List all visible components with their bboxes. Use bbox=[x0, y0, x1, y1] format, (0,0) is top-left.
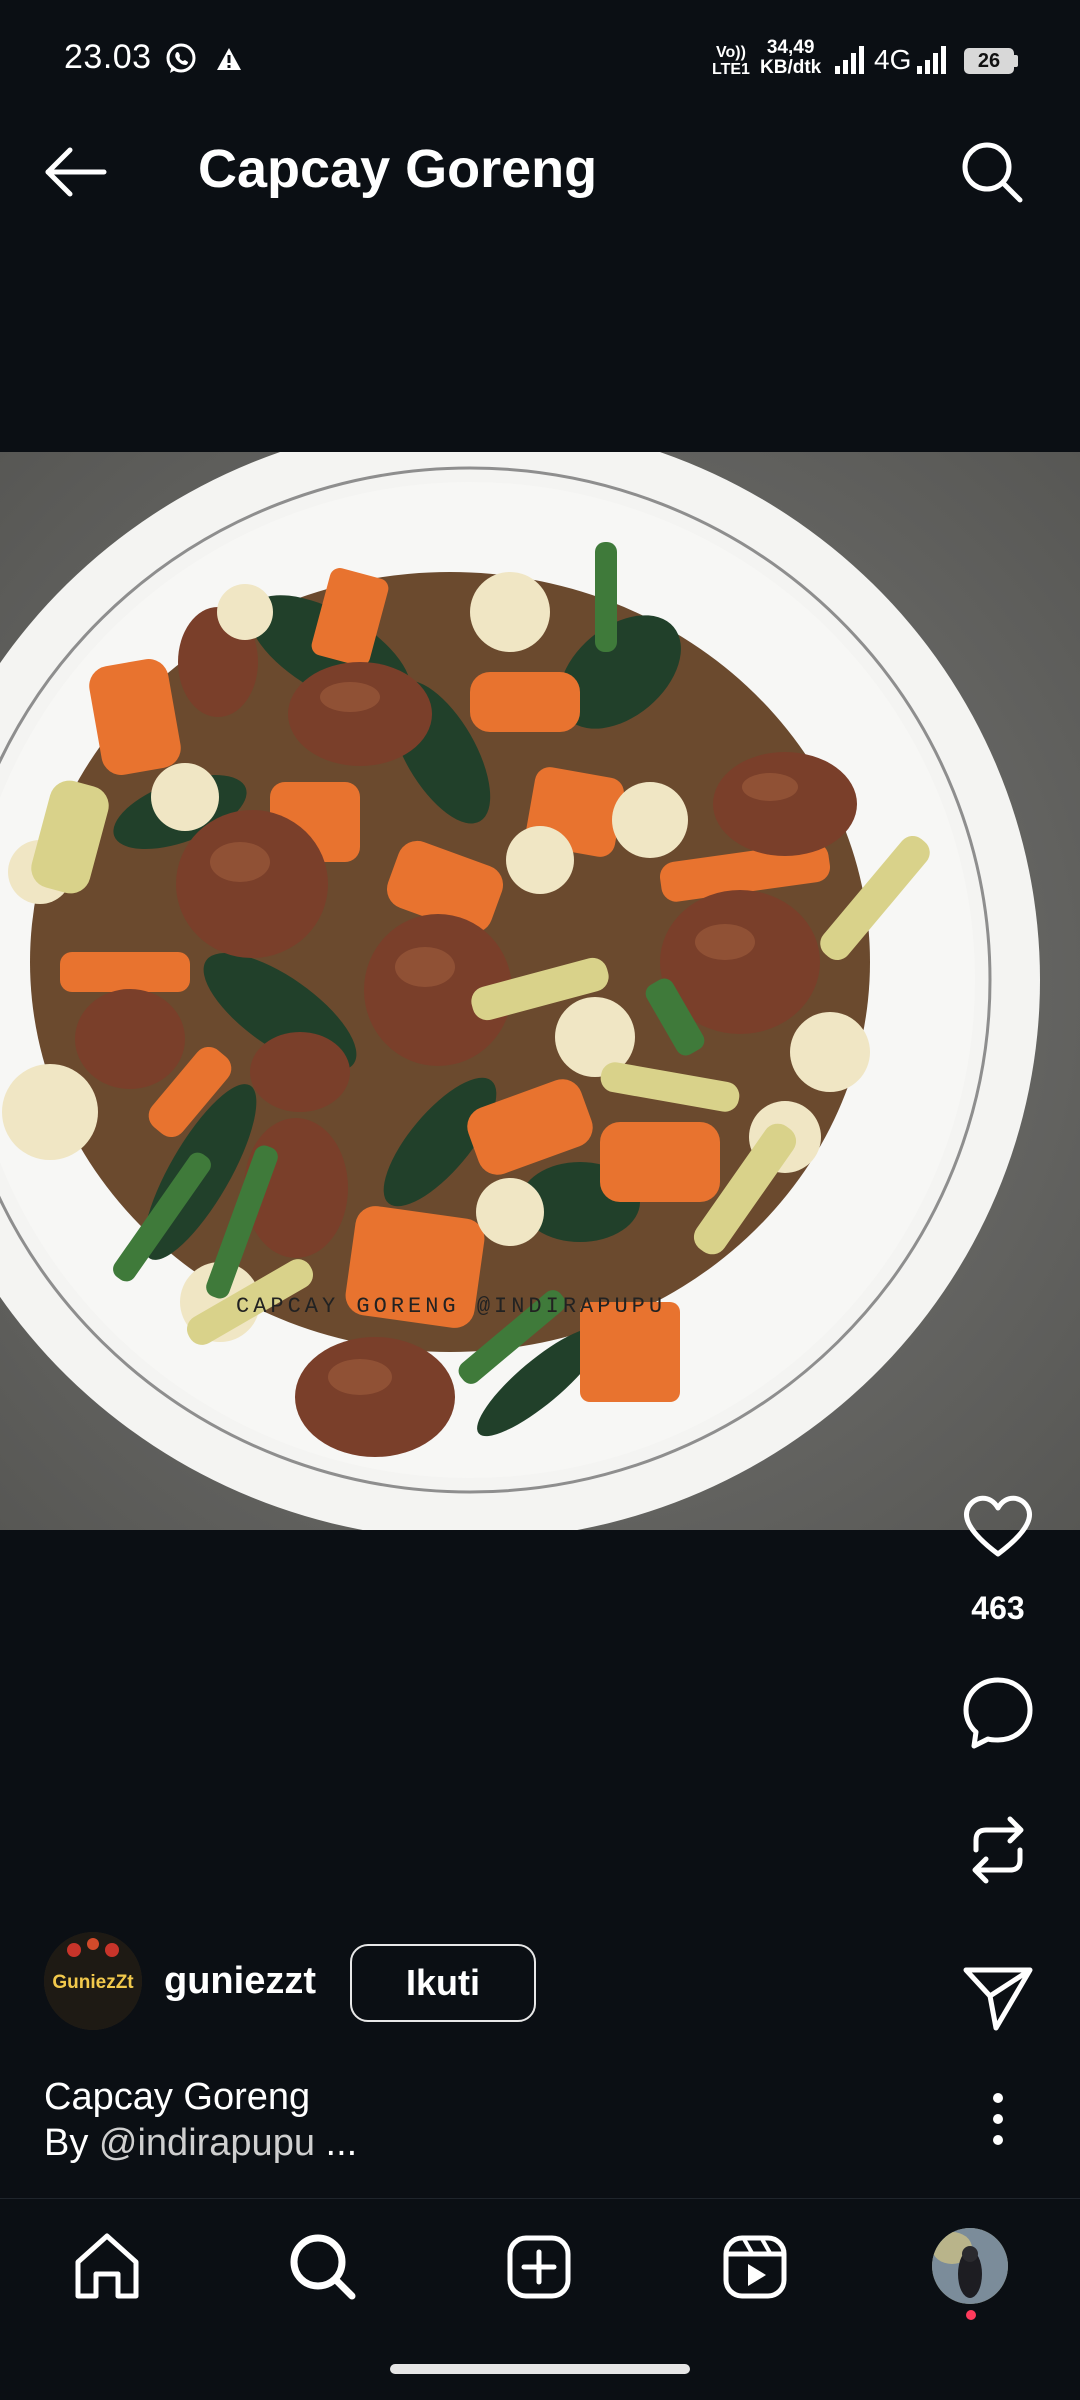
nav-reels-icon[interactable] bbox=[710, 2222, 800, 2312]
back-arrow-icon[interactable] bbox=[40, 140, 112, 204]
network-speed-value: 34,49 bbox=[766, 37, 815, 58]
search-icon[interactable] bbox=[956, 136, 1028, 208]
bottom-nav-divider bbox=[0, 2198, 1080, 2199]
status-time: 23.03 bbox=[64, 38, 152, 76]
send-paper-plane-icon[interactable] bbox=[958, 1956, 1038, 2036]
caption-by-prefix: By bbox=[44, 2122, 99, 2164]
like-count[interactable]: 463 bbox=[932, 1590, 1064, 1627]
signal-icon-sim1 bbox=[835, 46, 864, 74]
like-heart-icon[interactable] bbox=[958, 1486, 1038, 1566]
avatar-logo-text: GuniezZt bbox=[52, 1972, 134, 1993]
food-illustration bbox=[0, 452, 1080, 1530]
caption-title: Capcay Goreng bbox=[44, 2076, 311, 2118]
network-speed-unit: KB/dtk bbox=[760, 57, 822, 78]
follow-button[interactable]: Ikuti bbox=[350, 1944, 536, 2022]
profile-avatar-image bbox=[932, 2228, 1008, 2304]
warning-icon bbox=[217, 48, 241, 70]
remix-repeat-icon[interactable] bbox=[958, 1810, 1038, 1890]
caption-more[interactable]: ... bbox=[315, 2122, 358, 2164]
caption-byline[interactable]: By @indirapupu ... bbox=[44, 2122, 357, 2165]
nav-create-post-icon[interactable] bbox=[494, 2222, 584, 2312]
nav-home-icon[interactable] bbox=[62, 2222, 152, 2312]
page-title: Capcay Goreng bbox=[198, 139, 598, 199]
volte-indicator: Vo)) LTE1 bbox=[712, 44, 750, 78]
nav-profile-avatar[interactable] bbox=[932, 2228, 1008, 2304]
photo-watermark: CAPCAY GORENG @INDIRAPUPU bbox=[236, 1294, 667, 1319]
volte-line2: LTE1 bbox=[712, 61, 750, 78]
notification-dot bbox=[966, 2310, 976, 2320]
post-photo[interactable]: CAPCAY GORENG @INDIRAPUPU bbox=[0, 452, 1080, 1530]
battery-tip bbox=[1014, 55, 1018, 67]
comment-icon[interactable] bbox=[958, 1672, 1038, 1752]
author-username[interactable]: guniezzt bbox=[164, 1960, 316, 2003]
nav-search-icon[interactable] bbox=[278, 2222, 368, 2312]
battery-indicator: 26 bbox=[964, 48, 1014, 74]
author-avatar-image: GuniezZt bbox=[44, 1932, 142, 2030]
caption-mention-link[interactable]: @indirapupu bbox=[99, 2122, 315, 2164]
volte-line1: Vo)) bbox=[716, 44, 746, 61]
more-options-icon[interactable] bbox=[976, 2084, 1020, 2154]
home-indicator[interactable] bbox=[390, 2364, 690, 2374]
signal-icon-sim2 bbox=[917, 46, 946, 74]
network-type: 4G bbox=[874, 44, 912, 75]
author-avatar[interactable]: GuniezZt bbox=[44, 1932, 142, 2030]
whatsapp-icon bbox=[166, 43, 196, 73]
network-speed: 34,49 KB/dtk bbox=[760, 38, 821, 78]
